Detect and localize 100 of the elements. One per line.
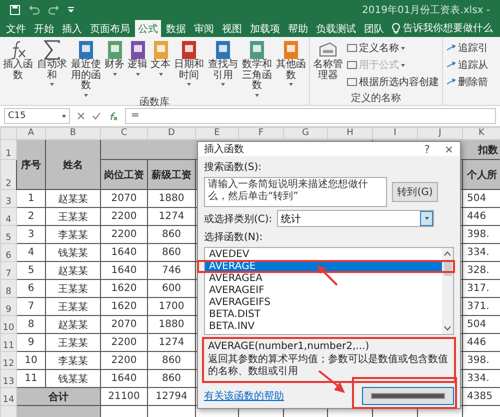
save-icon[interactable] (10, 5, 20, 15)
row-header[interactable]: 1 (0, 140, 16, 160)
help-link[interactable]: 有关该函数的帮助 (204, 389, 284, 403)
formula-field[interactable]: = (125, 108, 496, 124)
name-box[interactable]: C15 (4, 108, 70, 124)
ribbon-small-button[interactable]: 删除箭 (444, 75, 490, 89)
row-header[interactable]: 7 (0, 262, 16, 280)
row-header[interactable]: 13 (0, 370, 16, 388)
search-field[interactable]: 请输入一条简短说明来描述您想做什么，然后单击“转到” (204, 177, 387, 207)
ribbon-tab[interactable]: 数据 (163, 20, 189, 37)
undo-icon[interactable] (28, 5, 40, 15)
help-button[interactable]: ? (416, 142, 438, 156)
ribbon-button[interactable]: 自动求和 (35, 39, 69, 86)
row-header[interactable]: 3 (0, 190, 16, 208)
row-header[interactable]: 11 (0, 334, 16, 352)
table-cell: 李某某 (46, 352, 100, 370)
customize-icon[interactable] (68, 7, 74, 13)
caret-icon (221, 83, 225, 86)
table-cell: 1880 (148, 190, 196, 208)
column-header[interactable]: A (16, 128, 46, 140)
table-cell: 5 (16, 262, 46, 280)
caret-icon (84, 94, 88, 96)
ribbon-small-button[interactable]: 根据所选内容创建 (345, 75, 441, 89)
close-button[interactable]: × (438, 142, 460, 156)
redo-icon[interactable] (48, 5, 60, 15)
function-list-item[interactable]: AVERAGEIFS (205, 297, 442, 309)
row-header[interactable]: 4 (0, 208, 16, 226)
column-header[interactable]: B (46, 128, 100, 140)
row-header[interactable]: 6 (0, 244, 16, 262)
row-header[interactable]: 14 (0, 388, 16, 406)
column-header[interactable]: H (328, 128, 372, 140)
table-cell: 2200 (100, 334, 148, 352)
row-header[interactable]: 5 (0, 226, 16, 244)
sigma-icon (44, 40, 60, 60)
ribbon-small-button[interactable]: 追踪从 (444, 58, 490, 72)
column-header[interactable]: F (238, 128, 284, 140)
row-header[interactable]: 12 (0, 352, 16, 370)
ribbon-button[interactable]: 插入函数 (1, 39, 35, 81)
ribbon-tab[interactable]: 审阅 (191, 20, 217, 37)
ribbon-tab[interactable]: 加载项 (247, 20, 283, 37)
category-dropdown[interactable]: 统计 (277, 210, 434, 227)
window-title: 2019年01月份工资表.xlsx - (362, 4, 490, 17)
table-cell: 6 (16, 280, 46, 298)
row-header[interactable]: 2 (0, 160, 16, 190)
caret-icon (136, 72, 140, 76)
row-header[interactable]: 8 (0, 280, 16, 298)
ribbon-button[interactable]: 文本 (149, 39, 172, 76)
column-header[interactable]: D (148, 128, 196, 140)
row-header[interactable]: 10 (0, 316, 16, 334)
row-header[interactable]: 9 (0, 298, 16, 316)
ribbon-tab[interactable]: 公式 (135, 20, 161, 37)
column-header[interactable]: J (418, 128, 462, 140)
ribbon-button[interactable]: 最近使用的函数 (69, 39, 103, 96)
ribbon-button[interactable]: 其他函数 (274, 39, 308, 86)
ribbon-tab[interactable]: 文件 (3, 20, 29, 37)
caret-icon (50, 83, 54, 86)
ok-button[interactable] (362, 387, 454, 405)
function-icon[interactable] (108, 112, 118, 120)
ribbon-tab[interactable]: 团队 (361, 20, 387, 37)
trace-arrow-icon (446, 61, 456, 69)
ribbon-tab[interactable]: 开始 (31, 20, 57, 37)
book-icon (249, 40, 265, 60)
caret-icon (187, 83, 191, 86)
ribbon-small-button[interactable]: 定义名称 (345, 41, 441, 55)
ribbon-tab[interactable]: 负载测试 (313, 20, 359, 37)
column-header[interactable]: E (196, 128, 238, 140)
ribbon-tab[interactable]: 页面布局 (87, 20, 133, 37)
function-list-item[interactable]: BETA.INV (205, 321, 442, 333)
function-list-item[interactable]: AVERAGEIF (205, 285, 442, 297)
ribbon-button[interactable]: 日期和时间 (172, 39, 206, 86)
column-header[interactable]: C (100, 128, 148, 140)
scroll-up-icon[interactable] (444, 251, 451, 256)
function-list-item[interactable]: BETA.DIST (205, 309, 442, 321)
column-header[interactable]: K (462, 128, 500, 140)
column-header[interactable]: G (284, 128, 328, 140)
table-cell: 600 (148, 280, 196, 298)
caret-icon (424, 217, 429, 220)
ribbon-button[interactable]: 数学和三角函数 (240, 39, 274, 96)
table-cell: 1880 (148, 316, 196, 334)
table-cell: 1640 (100, 262, 148, 280)
ribbon-tab[interactable]: 视图 (219, 20, 245, 37)
name-manager-button[interactable]: 名称管理器 (311, 39, 345, 81)
cancel-icon[interactable] (77, 112, 85, 120)
table-cell: 李某某 (46, 226, 100, 244)
scrollbar[interactable] (442, 248, 453, 334)
dialog-title: 插入函数 (204, 142, 244, 156)
ribbon-tab[interactable]: 插入 (59, 20, 85, 37)
check-icon[interactable] (92, 112, 101, 120)
go-button[interactable]: 转到(G) (392, 182, 438, 202)
ribbon-tab[interactable]: 帮助 (285, 20, 311, 37)
function-list-item[interactable]: AVERAGEA (205, 273, 442, 285)
tell-me-field[interactable]: 告诉我你想要做什么 (392, 20, 495, 37)
scroll-down-icon[interactable] (444, 326, 451, 331)
function-list-item[interactable]: AVEDEV (205, 249, 442, 261)
ribbon-button[interactable]: 财务 (103, 39, 126, 76)
ribbon-button[interactable]: 查找与引用 (206, 39, 240, 86)
column-header[interactable]: I (372, 128, 418, 140)
ribbon-small-button[interactable]: 追踪引 (444, 41, 490, 55)
book-icon (106, 40, 122, 60)
ribbon-button[interactable]: 逻辑 (126, 39, 149, 76)
